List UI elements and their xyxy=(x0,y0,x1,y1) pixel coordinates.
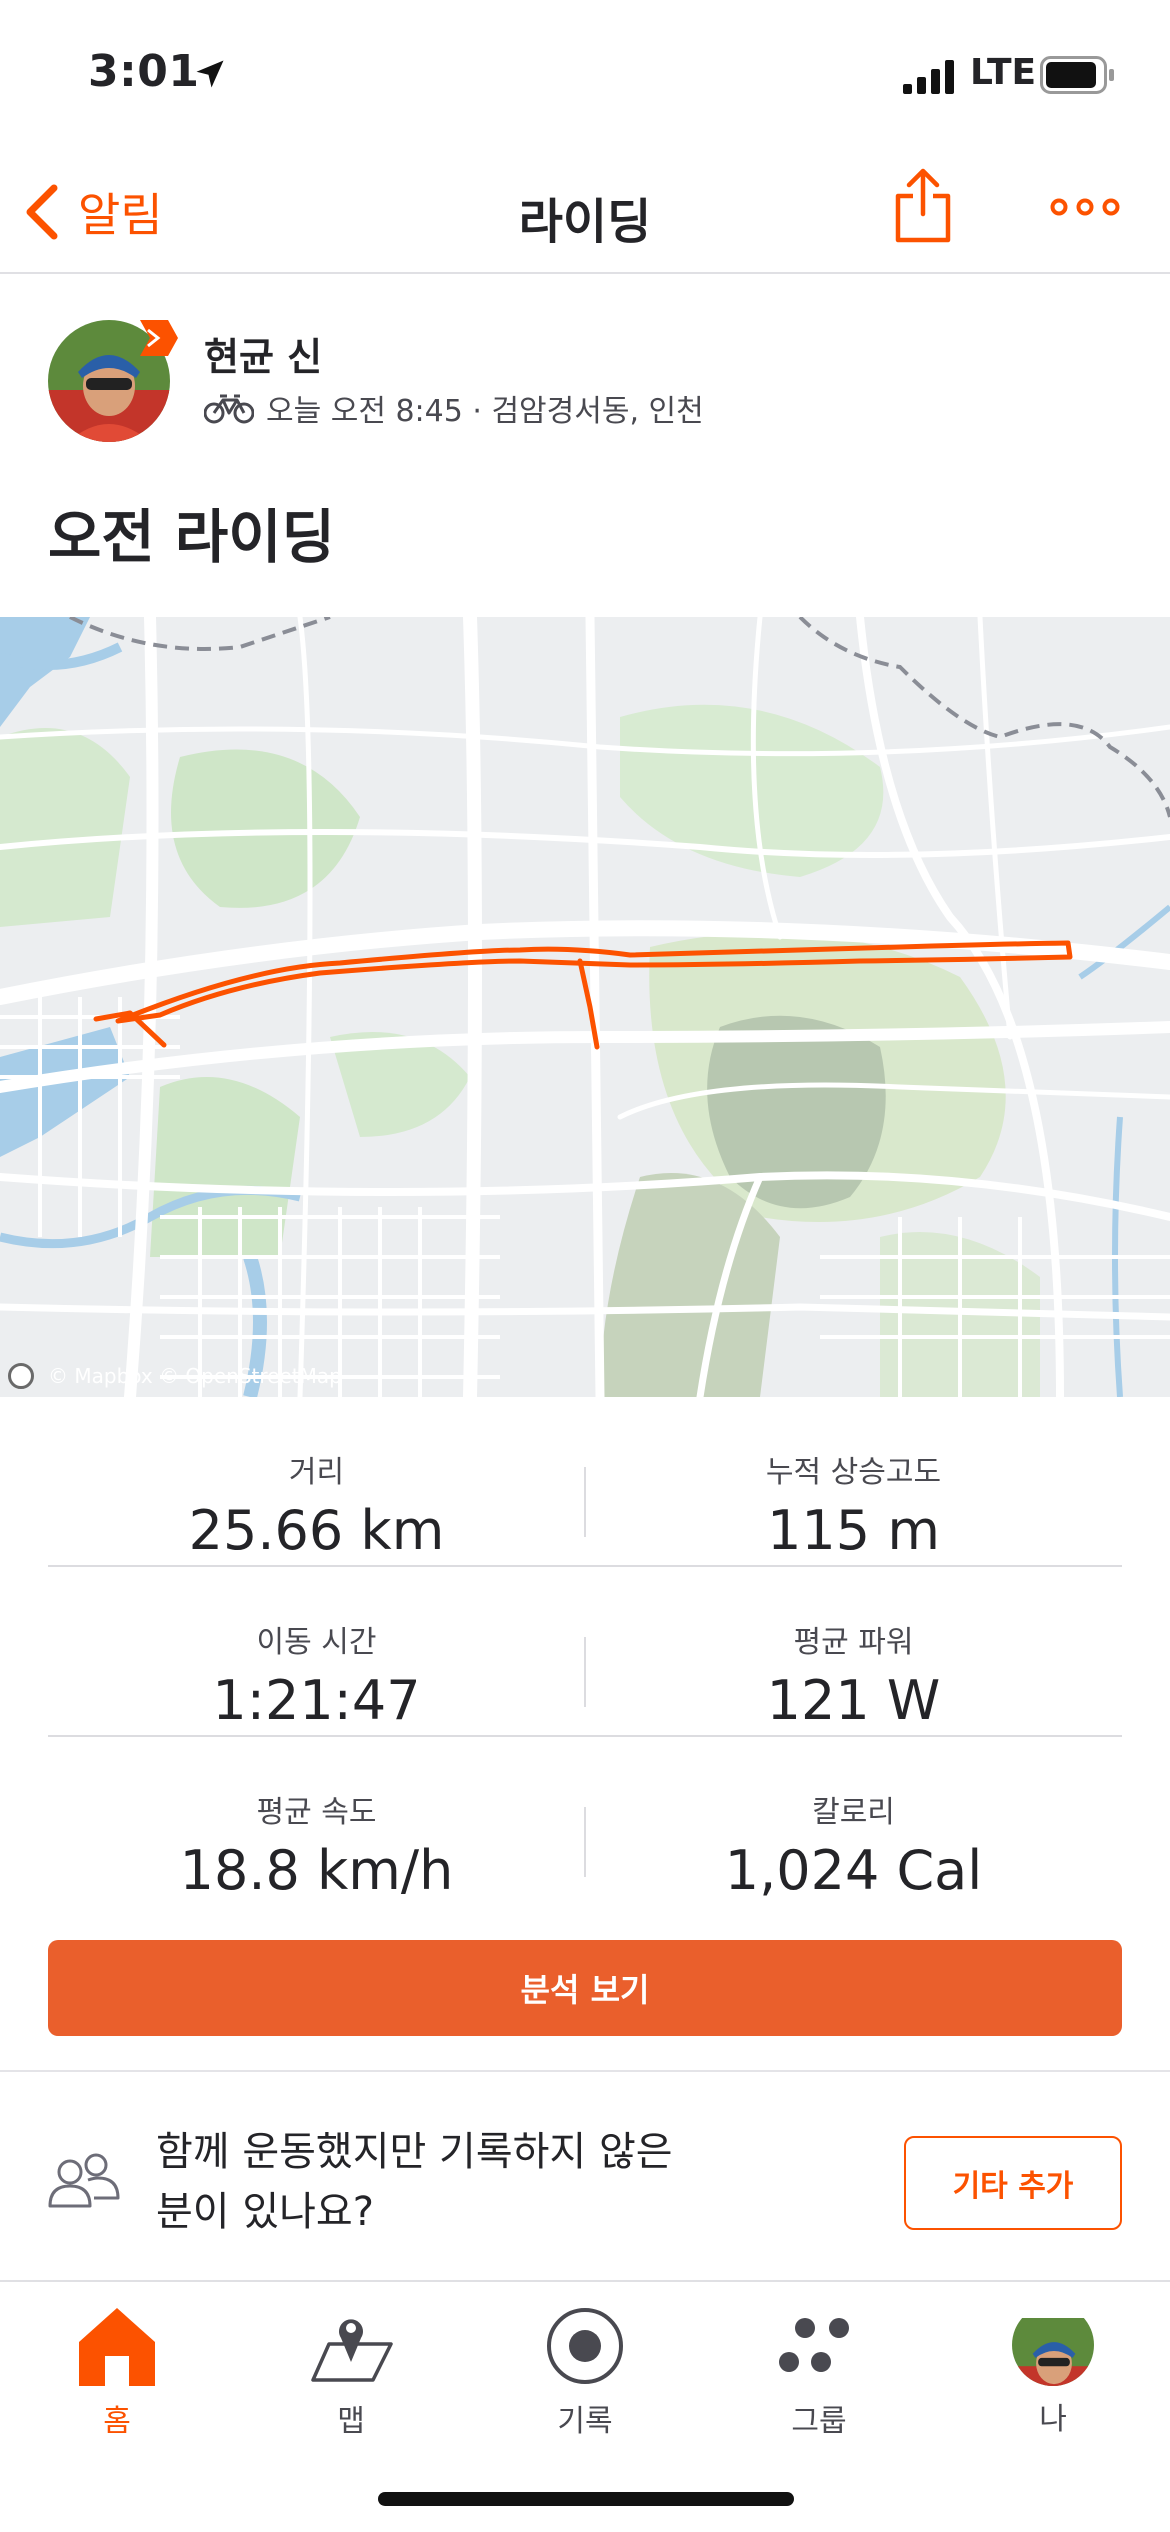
activity-title: 오전 라이딩 xyxy=(48,503,335,571)
map-pin-icon xyxy=(311,2319,393,2382)
activity-stats: 거리 25.66 km 누적 상승고도 115 m 이동 시간 1:21:47 … xyxy=(48,1397,1122,1907)
stat-row: 이동 시간 1:21:47 평균 파워 121 W xyxy=(48,1567,1122,1737)
more-options-icon[interactable] xyxy=(1050,192,1120,222)
subscriber-badge-icon xyxy=(140,320,178,356)
stat-value: 1,024 Cal xyxy=(724,1839,983,1902)
tab-label: 나 xyxy=(1039,2402,1067,2437)
page-title: 라이딩 xyxy=(518,194,652,250)
athlete-header: 현균 신 오늘 오전 8:45 · 검암경서동, 인천 xyxy=(0,276,1170,446)
status-time: 3:01 xyxy=(88,46,200,97)
stat-label: 평균 파워 xyxy=(793,1625,914,1660)
stat-row: 평균 속도 18.8 km/h 칼로리 1,024 Cal xyxy=(48,1737,1122,1907)
people-icon xyxy=(48,2153,120,2208)
add-others-button[interactable]: 기타 추가 xyxy=(904,2136,1122,2230)
location-arrow-icon xyxy=(196,60,224,88)
tab-you[interactable]: 나 xyxy=(936,2290,1170,2460)
prompt-line: 함께 운동했지만 기록하지 않은 xyxy=(156,2129,673,2175)
add-others-prompt: 함께 운동했지만 기록하지 않은 분이 있나요? xyxy=(156,2122,756,2242)
record-icon xyxy=(547,2308,623,2384)
athlete-name[interactable]: 현균 신 xyxy=(204,326,322,381)
stat-label: 칼로리 xyxy=(812,1795,895,1830)
cellular-signal-icon xyxy=(903,60,954,94)
map-attribution: © Mapbox © OpenStreetMap xyxy=(8,1363,342,1389)
athlete-avatar[interactable] xyxy=(48,320,178,442)
stat-value: 18.8 km/h xyxy=(179,1839,454,1902)
stat-label: 이동 시간 xyxy=(256,1625,377,1660)
stat-value: 25.66 km xyxy=(188,1499,445,1562)
nav-header: 알림 라이딩 xyxy=(0,150,1170,274)
home-icon xyxy=(79,2308,155,2386)
activity-datetime-location: 오늘 오전 8:45 · 검암경서동, 인천 xyxy=(266,394,704,429)
stat-avg-speed: 평균 속도 18.8 km/h xyxy=(48,1737,585,1907)
tab-label: 그룹 xyxy=(791,2404,847,2439)
stat-row: 거리 25.66 km 누적 상승고도 115 m xyxy=(48,1397,1122,1567)
stat-label: 누적 상승고도 xyxy=(765,1455,942,1490)
add-others-section: 함께 운동했지만 기록하지 않은 분이 있나요? 기타 추가 xyxy=(0,2072,1170,2282)
stat-moving-time: 이동 시간 1:21:47 xyxy=(48,1567,585,1737)
status-bar: 3:01 LTE xyxy=(0,0,1170,150)
stat-calories: 칼로리 1,024 Cal xyxy=(585,1737,1122,1907)
bike-icon xyxy=(204,394,254,424)
tab-label: 맵 xyxy=(337,2404,365,2439)
stat-value: 1:21:47 xyxy=(212,1669,421,1732)
network-type: LTE xyxy=(970,52,1037,93)
prompt-line: 분이 있나요? xyxy=(156,2189,374,2235)
stat-label: 거리 xyxy=(288,1455,345,1490)
stat-avg-power: 평균 파워 121 W xyxy=(585,1567,1122,1737)
tab-home[interactable]: 홈 xyxy=(0,2290,234,2460)
tab-maps[interactable]: 맵 xyxy=(234,2290,468,2460)
view-analysis-button[interactable]: 분석 보기 xyxy=(48,1940,1122,2036)
stat-elevation: 누적 상승고도 115 m xyxy=(585,1397,1122,1567)
tab-groups[interactable]: 그룹 xyxy=(702,2290,936,2460)
map-canvas xyxy=(0,617,1170,1397)
stat-distance: 거리 25.66 km xyxy=(48,1397,585,1567)
stat-value: 121 W xyxy=(766,1669,941,1732)
home-indicator[interactable] xyxy=(378,2492,794,2506)
stat-label: 평균 속도 xyxy=(256,1795,377,1830)
tab-label: 기록 xyxy=(557,2404,613,2439)
stat-value: 115 m xyxy=(767,1499,940,1562)
groups-icon xyxy=(779,2318,849,2372)
activity-meta: 오늘 오전 8:45 · 검암경서동, 인천 xyxy=(204,386,704,430)
tab-label: 홈 xyxy=(103,2404,131,2439)
battery-icon xyxy=(1040,56,1114,94)
share-icon[interactable] xyxy=(892,166,954,244)
route-map[interactable]: © Mapbox © OpenStreetMap xyxy=(0,617,1170,1397)
mapbox-logo-icon xyxy=(8,1363,34,1389)
profile-avatar xyxy=(1012,2304,1094,2386)
tab-record[interactable]: 기록 xyxy=(468,2290,702,2460)
